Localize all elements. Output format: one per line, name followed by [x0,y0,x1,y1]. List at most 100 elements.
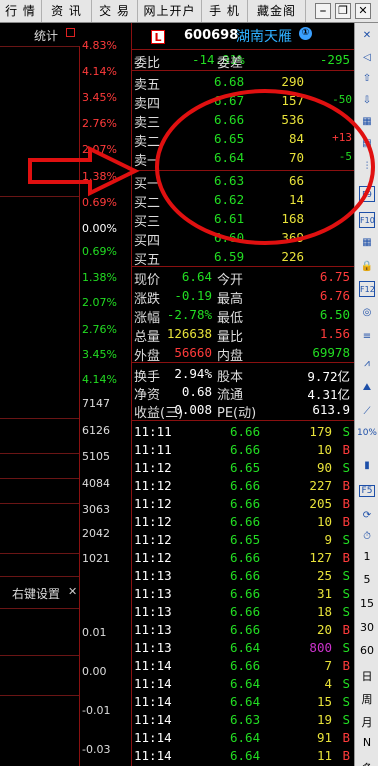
period-button[interactable]: 15 [355,597,378,610]
stats-close-icon[interactable] [66,28,75,37]
grid-line [0,478,79,479]
line-icon[interactable]: ⟋ [359,404,375,420]
stat-value: 1.56 [319,326,350,341]
tick-time: 11:11 [134,424,172,439]
period-button[interactable]: 月 [355,714,378,730]
ask-level-label: 卖四 [134,97,161,112]
stat-label: 涨幅 [134,311,161,326]
tick-volume: 7 [324,658,332,673]
period-button[interactable]: 30 [355,621,378,634]
minute-icon[interactable]: ⏱ [359,529,375,545]
tick-time: 11:14 [134,676,172,691]
tick-side: B [342,658,350,673]
menu-news[interactable]: 资 讯 [42,0,92,22]
lock-icon[interactable]: 🔒 [359,259,375,275]
order-diff-label: 委差 [217,56,244,71]
tick-price: 6.66 [230,442,261,457]
down-arrow-icon[interactable]: ⇩ [359,93,375,109]
ask-row[interactable]: 卖三 6.66 536 [132,111,354,131]
tick-time: 11:13 [134,604,172,619]
price-pct-label: 2.07% [82,143,117,156]
period-button[interactable]: 60 [355,644,378,657]
close-icon[interactable]: ✕ [359,28,375,44]
stats-title: 统计 [34,29,59,43]
period-button[interactable]: 日 [355,668,378,684]
period-button[interactable]: N [355,736,378,749]
tick-price: 6.64 [230,730,261,745]
ask-row[interactable]: 卖四 6.67 157 -50 [132,92,354,112]
restore-button[interactable]: ❐ [335,3,351,19]
tick-side: B [342,730,350,745]
candle-icon[interactable]: ⫶ [359,159,375,175]
zoom-label[interactable]: 10% [355,428,378,438]
price-pct-label: 2.76% [82,323,117,336]
intraday-chart-area[interactable]: 统计 4.83% 4.14% 3.45% 2.76% 2.07% 1.38% 0.69% 0.… [0,23,130,766]
bid-row[interactable]: 买四 6.60 369 [132,229,354,249]
ask-change: -50 [332,93,352,106]
refresh-icon[interactable]: ⟳ [359,508,375,524]
ask-price: 6.66 [214,112,245,127]
stock-code: 600698 [184,28,239,43]
ask-row[interactable]: 卖一 6.64 70 -5 [132,149,354,169]
ratio-label: 委比 [134,56,161,71]
chart-icon[interactable]: ⩘ [359,356,375,372]
fundamental-row: 净资 0.68 流通 4.31亿 [132,383,354,403]
close-window-button[interactable]: ✕ [355,3,371,19]
bid-row[interactable]: 买一 6.63 66 [132,172,354,192]
bid-row[interactable]: 买三 6.61 168 [132,210,354,230]
ask-level-label: 卖五 [134,78,161,93]
menu-quotes[interactable]: 行 情 [0,0,42,22]
level-badge: L [151,30,165,44]
menu-open-account[interactable]: 网上开户 [138,0,202,22]
f12-icon[interactable]: F12 [359,281,375,297]
trade-tick-row: 11:12 6.66 227 B [132,477,354,495]
info-icon[interactable]: ① [299,27,312,40]
list-icon[interactable]: ▤ [359,136,375,152]
f9-icon[interactable]: F9 [359,186,375,202]
tick-side: B [342,514,350,529]
price-pct-label: 3.45% [82,348,117,361]
f10-icon[interactable]: F10 [359,212,375,228]
tick-side: B [342,496,350,511]
ask-level-label: 卖二 [134,135,161,150]
sub-chart-close-icon[interactable]: ✕ [68,585,77,598]
period-button[interactable]: 多 [355,760,378,766]
globe-icon[interactable]: ◎ [359,305,375,321]
ask-row[interactable]: 卖五 6.68 290 [132,73,354,93]
stat-label: 现价 [134,273,161,288]
ask-volume: 70 [288,150,304,165]
tick-time: 11:13 [134,586,172,601]
mountain-icon[interactable]: ⛰ [359,380,375,396]
tick-side: S [342,532,350,547]
bid-row[interactable]: 买五 6.59 226 [132,248,354,268]
period-button[interactable]: 周 [355,691,378,707]
sub-chart-axis-label: -0.03 [82,743,111,756]
sub-chart-axis-label: -0.01 [82,704,111,717]
up-arrow-icon[interactable]: ⇧ [359,71,375,87]
bid-row[interactable]: 买二 6.62 14 [132,191,354,211]
stat-row: 涨幅 -2.78% 最低 6.50 [132,306,354,326]
sub-chart-title[interactable]: 右键设置 [12,585,60,602]
table-icon[interactable]: ▦ [359,235,375,251]
menu-trade[interactable]: 交 易 [92,0,138,22]
period-button[interactable]: 5 [355,573,378,586]
minimize-button[interactable]: ⎯ [315,3,331,19]
stock-name[interactable]: 湖南天雁 [236,26,292,46]
menu-mobile[interactable]: 手 机 [202,0,248,22]
stat-value: -0.19 [174,288,212,303]
tick-side: S [342,604,350,619]
fundamental-label: PE(动) [217,406,257,421]
stat-value: 69978 [312,345,350,360]
f5-button[interactable]: F5 [359,485,375,497]
bars-icon[interactable]: ▮ [359,458,375,474]
ask-row[interactable]: 卖二 6.65 84 +13 [132,130,354,150]
layers-icon[interactable]: ≡ [359,329,375,345]
period-button[interactable]: 1 [355,550,378,563]
left-arrow-icon[interactable]: ◁ [359,50,375,66]
price-pct-label: 4.14% [82,65,117,78]
menu-treasure[interactable]: 藏金阁 [248,0,306,22]
stat-value: 6.64 [181,269,212,284]
grid-icon[interactable]: ▦ [359,114,375,130]
stat-value: 126638 [166,326,212,341]
volume-axis-label: 6126 [82,424,110,437]
